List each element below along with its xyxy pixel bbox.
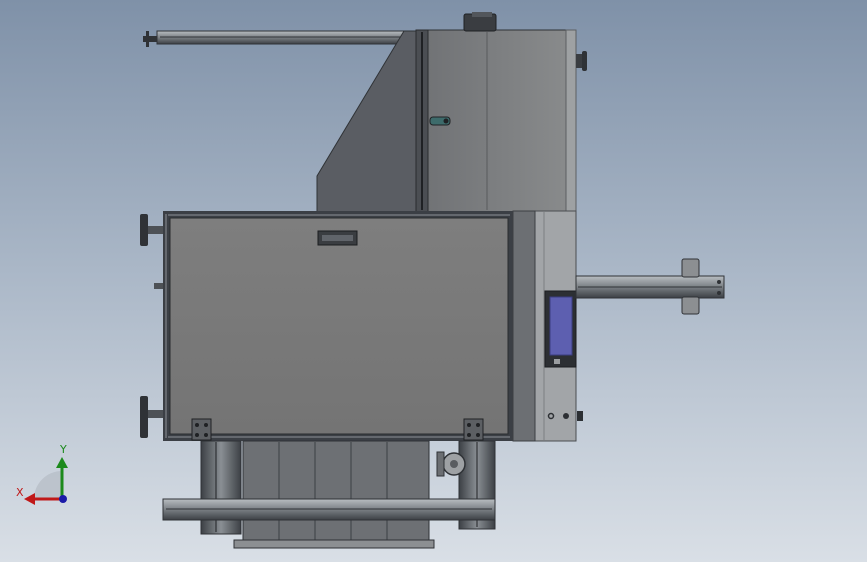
control-screen-button xyxy=(554,359,560,364)
control-column-side xyxy=(512,210,536,442)
right-rail-bolt-top xyxy=(717,280,721,284)
side-connector xyxy=(577,411,583,421)
base-bottom-plate xyxy=(233,539,435,549)
corner-bracket-left-bolt-3 xyxy=(195,433,199,437)
main-body xyxy=(163,211,513,441)
right-rail-bolt-bottom xyxy=(717,291,721,295)
corner-bracket-right-bolt-4 xyxy=(476,433,480,437)
main-body-handle-grip xyxy=(322,235,353,241)
corner-bracket-left xyxy=(191,418,212,441)
upper-housing-edge xyxy=(565,29,577,213)
top-rail-handle xyxy=(143,36,157,42)
housing-latch-pin xyxy=(443,118,449,124)
left-small-knob xyxy=(154,283,163,289)
triad-y-label: Y xyxy=(60,443,67,456)
corner-bracket-left-bolt-2 xyxy=(204,423,208,427)
corner-bracket-left-bolt-4 xyxy=(204,433,208,437)
corner-bracket-right-bolt-1 xyxy=(467,423,471,427)
upper-housing xyxy=(415,12,587,213)
left-knob-bottom-stem xyxy=(148,410,163,418)
right-rail-clamp-bottom xyxy=(681,296,700,315)
right-extension-rail xyxy=(575,258,725,315)
left-knobs xyxy=(140,214,163,438)
corner-bracket-right-bolt-2 xyxy=(476,423,480,427)
control-screen xyxy=(549,296,573,356)
corner-bracket-left-bolt-1 xyxy=(195,423,199,427)
power-switch-icon xyxy=(563,413,569,419)
base-roller-block xyxy=(242,440,430,545)
triad-x-label: X xyxy=(16,486,24,499)
orientation-triad[interactable] xyxy=(24,457,68,505)
machine-top-view xyxy=(24,12,725,549)
top-rail xyxy=(143,30,413,47)
top-motor-cap xyxy=(472,12,492,17)
left-knob-bottom xyxy=(140,396,148,438)
triad-z-axis-icon xyxy=(59,495,67,503)
corner-bracket-right-bolt-3 xyxy=(467,433,471,437)
triad-plane xyxy=(34,471,62,499)
right-rail-clamp-top xyxy=(681,258,700,278)
base-motor-mount xyxy=(436,451,445,477)
diagonal-side-panel xyxy=(316,30,417,213)
right-knob xyxy=(582,51,587,71)
left-knob-top xyxy=(140,214,148,246)
triad-y-arrow-icon xyxy=(56,457,68,468)
corner-bracket-right xyxy=(463,418,484,441)
control-column xyxy=(512,210,583,442)
base-motor-hub xyxy=(450,460,458,468)
left-knob-top-stem xyxy=(148,226,163,234)
main-body-panel xyxy=(169,217,509,435)
triad-x-arrow-icon xyxy=(24,493,35,505)
top-rail-handle-knob xyxy=(146,31,149,47)
cad-viewport[interactable]: Y X xyxy=(0,0,867,562)
